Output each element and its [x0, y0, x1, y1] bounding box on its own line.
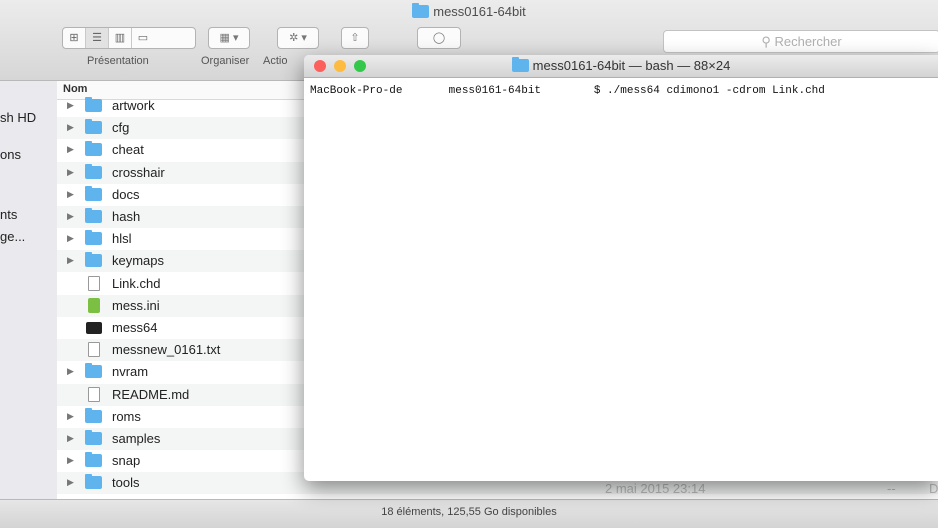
list-item-label: samples	[112, 431, 161, 446]
list-item-label: README.md	[112, 386, 190, 402]
disclosure-triangle-icon[interactable]: ▶	[67, 167, 74, 178]
disclosure-triangle-icon[interactable]: ▶	[67, 366, 74, 377]
list-item-label: roms	[112, 408, 141, 424]
tags-button[interactable]: ◯	[417, 27, 461, 49]
list-item-label: crosshair	[112, 164, 165, 180]
presentation-label: Présentation	[87, 55, 149, 67]
document-icon	[88, 386, 100, 402]
column-view-button[interactable]: ▥	[109, 28, 132, 48]
disclosure-triangle-icon[interactable]: ▶	[67, 477, 74, 488]
list-item-label: cfg	[112, 120, 130, 136]
folder-icon	[85, 407, 102, 423]
list-item-label: tools	[112, 475, 140, 491]
folder-icon	[85, 252, 102, 268]
search-input[interactable]: ⚲ Rechercher	[663, 30, 938, 53]
list-item-label: hash	[112, 209, 141, 224]
disclosure-triangle-icon[interactable]: ▶	[67, 144, 74, 155]
disclosure-triangle-icon[interactable]: ▶	[67, 233, 74, 244]
list-item-label: hlsl	[112, 231, 132, 247]
sidebar-item-hd[interactable]: sh HD	[0, 110, 36, 125]
terminal-output[interactable]: MacBook-Pro-de mess0161-64bit $ ./mess64…	[310, 85, 938, 97]
list-item-label: docs	[112, 186, 140, 202]
document-icon	[88, 342, 100, 358]
folder-icon	[85, 452, 102, 468]
list-item-label: artwork	[112, 98, 155, 113]
list-item-label: mess64	[112, 320, 158, 335]
sidebar: sh HD ons nts ge...	[0, 81, 58, 499]
list-item-label: nvram	[112, 364, 149, 380]
disclosure-triangle-icon[interactable]: ▶	[67, 433, 74, 444]
list-item-label: snap	[112, 453, 141, 469]
arrange-button[interactable]: ▦ ▾	[208, 27, 250, 49]
folder-icon	[85, 430, 102, 445]
disclosure-triangle-icon[interactable]: ▶	[67, 100, 74, 111]
folder-icon	[85, 230, 102, 246]
list-item-label: Link.chd	[112, 275, 161, 291]
tools-date: 2 mai 2015 23:14	[605, 481, 706, 496]
share-button[interactable]: ⇧	[341, 27, 369, 49]
status-bar: 18 éléments, 125,55 Go disponibles	[0, 499, 938, 528]
document-icon	[88, 275, 100, 291]
search-icon: ⚲	[761, 34, 771, 49]
disclosure-triangle-icon[interactable]: ▶	[67, 189, 74, 200]
action-label: Actio	[263, 55, 288, 67]
disclosure-triangle-icon[interactable]: ▶	[67, 455, 74, 466]
folder-icon	[85, 119, 102, 135]
folder-icon	[85, 363, 102, 379]
finder-title-text: mess0161-64bit	[433, 4, 526, 19]
folder-icon	[85, 141, 102, 157]
terminal-title: mess0161-64bit — bash — 88×24	[304, 57, 938, 73]
folder-icon	[85, 97, 102, 112]
coverflow-view-button[interactable]: ▭	[132, 28, 154, 48]
list-item-label: cheat	[112, 142, 144, 158]
status-text: 18 éléments, 125,55 Go disponibles	[381, 506, 557, 518]
terminal-executable-icon	[86, 322, 102, 334]
sidebar-item-applications[interactable]: ons	[0, 147, 21, 162]
folder-icon	[85, 474, 102, 490]
tools-size: --	[887, 481, 896, 496]
view-mode-control[interactable]: ⊞ ☰ ▥ ▭	[62, 27, 196, 49]
finder-title: mess0161-64bit	[0, 3, 938, 19]
folder-icon	[85, 185, 102, 201]
settings-file-icon	[88, 297, 100, 313]
disclosure-triangle-icon[interactable]: ▶	[67, 255, 74, 266]
disclosure-triangle-icon[interactable]: ▶	[67, 122, 74, 133]
list-item-label: mess.ini	[112, 297, 160, 313]
folder-icon	[412, 3, 430, 18]
folder-icon	[511, 57, 529, 72]
action-button[interactable]: ✲ ▾	[277, 27, 319, 49]
terminal-titlebar: mess0161-64bit — bash — 88×24	[304, 55, 938, 78]
list-view-button[interactable]: ☰	[86, 28, 109, 48]
sidebar-item-documents[interactable]: nts	[0, 207, 17, 222]
column-header-name[interactable]: Nom	[63, 83, 87, 95]
search-placeholder: Rechercher	[774, 34, 842, 49]
list-item-label: keymaps	[112, 253, 165, 269]
list-item-label: messnew_0161.txt	[112, 342, 221, 358]
folder-icon	[85, 163, 102, 179]
disclosure-triangle-icon[interactable]: ▶	[67, 411, 74, 422]
sidebar-item-downloads[interactable]: ge...	[0, 229, 25, 244]
tools-kind: D	[929, 481, 938, 496]
icon-view-button[interactable]: ⊞	[63, 28, 86, 48]
terminal-title-text: mess0161-64bit — bash — 88×24	[532, 58, 731, 73]
organiser-label: Organiser	[201, 55, 250, 67]
terminal-window: mess0161-64bit — bash — 88×24 MacBook-Pr…	[304, 55, 938, 481]
disclosure-triangle-icon[interactable]: ▶	[67, 211, 74, 222]
folder-icon	[85, 208, 102, 223]
